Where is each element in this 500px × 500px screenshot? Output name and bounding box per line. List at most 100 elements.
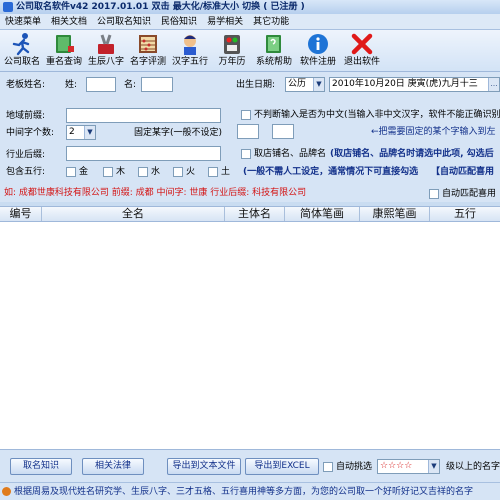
window-title: 公司取名软件v42 2017.01.01 双击 最大化/标准大小 切换 ( 已注… bbox=[16, 2, 305, 12]
wuxing-label: 包含五行: bbox=[6, 167, 46, 177]
wuxing-label-water: 水 bbox=[151, 167, 161, 177]
region-prefix-input[interactable] bbox=[66, 108, 221, 123]
menu-bar: 快速菜单 相关文档 公司取名知识 民俗知识 易学相关 其它功能 bbox=[0, 14, 500, 30]
star-level-value: ☆☆☆☆ bbox=[380, 461, 413, 471]
middle-count-value: 2 bbox=[69, 127, 75, 137]
auto-match-label: 自动匹配喜用 bbox=[442, 189, 497, 199]
toolbar-label: 系统帮助 bbox=[255, 57, 292, 67]
middle-count-label: 中间字个数: bbox=[6, 128, 55, 138]
middle-count-select[interactable]: 2 ▼ bbox=[66, 125, 96, 140]
close-icon bbox=[351, 33, 373, 55]
calendar-icon bbox=[224, 35, 240, 54]
wuxing-checkbox-earth[interactable] bbox=[208, 167, 218, 177]
wuxing-note: (一般不需人工设定，通常情况下可直接勾选 bbox=[243, 167, 419, 177]
menu-quick[interactable]: 快速菜单 bbox=[0, 14, 46, 29]
surname-input[interactable] bbox=[86, 77, 116, 92]
title-bar: 公司取名软件v42 2017.01.01 双击 最大化/标准大小 切换 ( 已注… bbox=[0, 0, 500, 14]
chinese-only-checkbox[interactable] bbox=[241, 110, 251, 120]
col-fullname[interactable]: 全名 bbox=[42, 207, 225, 221]
wuxing-label-wood: 木 bbox=[116, 167, 126, 177]
wuxing-checkbox-wood[interactable] bbox=[103, 167, 113, 177]
level-label: 级以上的名字 bbox=[446, 462, 500, 472]
menu-docs[interactable]: 相关文档 bbox=[46, 14, 92, 29]
toolbar-register-button[interactable]: 软件注册 bbox=[296, 32, 340, 68]
chinese-only-label: 不判断输入是否为中文(当输入非中文汉字，软件不能正确识别 bbox=[254, 110, 500, 120]
wuxing-checkbox-water[interactable] bbox=[138, 167, 148, 177]
toolbar-exit-button[interactable]: 退出软件 bbox=[340, 32, 384, 68]
export-text-button[interactable]: 导出到文本文件 bbox=[167, 458, 241, 475]
given-name-label: 名: bbox=[124, 80, 137, 90]
wuxing-checkbox-fire[interactable] bbox=[173, 167, 183, 177]
fixed-char-label: 固定某字(一般不设定) bbox=[134, 128, 223, 138]
status-bar: 根据周易及现代姓名研究学、生辰八字、三才五格、五行喜用神等多方面，为您的公司取一… bbox=[0, 482, 500, 500]
abacus-icon bbox=[139, 35, 157, 53]
results-table-header: 编号 全名 主体名 简体笔画 康熙笔画 五行 bbox=[0, 206, 500, 222]
results-table-body[interactable] bbox=[0, 222, 500, 450]
help-book-icon bbox=[266, 35, 281, 53]
col-main-name[interactable]: 主体名 bbox=[225, 207, 285, 221]
toolbar-label: 生辰八字 bbox=[87, 57, 124, 67]
toolbar-name-test-button[interactable]: 名字评测 bbox=[126, 32, 170, 68]
fixed-char-input-1[interactable] bbox=[237, 124, 259, 139]
wuxing-label-fire: 火 bbox=[186, 167, 196, 177]
export-excel-button[interactable]: 导出到EXCEL bbox=[245, 458, 319, 475]
runner-icon bbox=[12, 33, 30, 56]
calendar-type-value: 公历 bbox=[288, 79, 307, 89]
example-text: 如: 成都世康科技有限公司 前缀: 成都 中间字: 世康 行业后缀: 科技有限公… bbox=[4, 188, 307, 198]
surname-label: 姓: bbox=[65, 80, 78, 90]
chevron-down-icon[interactable]: ▼ bbox=[313, 78, 324, 91]
chevron-down-icon[interactable]: ▼ bbox=[84, 126, 95, 139]
col-simplified-strokes[interactable]: 简体笔画 bbox=[285, 207, 360, 221]
auto-filter-label: 自动挑选 bbox=[336, 462, 373, 472]
birth-date-picker[interactable]: 2010年10月20日 庚寅(虎)九月十三 … bbox=[329, 77, 500, 92]
info-dot-icon bbox=[2, 487, 11, 496]
star-level-select[interactable]: ☆☆☆☆ ▼ bbox=[377, 459, 440, 474]
chevron-down-icon[interactable]: ▼ bbox=[428, 460, 439, 473]
auto-match-checkbox[interactable] bbox=[429, 189, 439, 199]
toolbar-help-button[interactable]: 系统帮助 bbox=[252, 32, 296, 68]
toolbar-company-naming-button[interactable]: 公司取名 bbox=[0, 32, 44, 68]
fixed-char-input-2[interactable] bbox=[272, 124, 294, 139]
toolbar-label: 重名查询 bbox=[45, 57, 82, 67]
toolbar-duplicate-search-button[interactable]: 重名查询 bbox=[42, 32, 86, 68]
auto-match-top: 【自动匹配喜用 bbox=[431, 167, 495, 177]
birth-date-label: 出生日期: bbox=[236, 80, 276, 90]
shop-name-label: 取店铺名、品牌名 bbox=[254, 149, 327, 159]
industry-suffix-input[interactable] bbox=[66, 146, 221, 161]
toolbar-hanzi-wuxing-button[interactable]: 汉字五行 bbox=[168, 32, 212, 68]
industry-suffix-label: 行业后缀: bbox=[6, 150, 46, 160]
toolbar-label: 公司取名 bbox=[3, 57, 40, 67]
avatar-icon bbox=[184, 35, 196, 55]
col-kangxi-strokes[interactable]: 康熙笔画 bbox=[360, 207, 430, 221]
naming-form: 老板姓名: 姓: 名: 出生日期: 公历 ▼ 2010年10月20日 庚寅(虎)… bbox=[0, 72, 500, 202]
menu-yixue[interactable]: 易学相关 bbox=[202, 14, 248, 29]
shop-name-note: (取店铺名、品牌名时请选中此项, 勾选后 bbox=[330, 149, 494, 159]
book-icon bbox=[56, 35, 74, 53]
toolbar-calendar-button[interactable]: 万年历 bbox=[210, 32, 254, 68]
col-wuxing[interactable]: 五行 bbox=[430, 207, 500, 221]
auto-filter-checkbox[interactable] bbox=[323, 462, 333, 472]
toolbar-label: 软件注册 bbox=[299, 57, 336, 67]
menu-naming-knowledge[interactable]: 公司取名知识 bbox=[92, 14, 156, 29]
calendar-dropdown-icon[interactable]: … bbox=[488, 78, 499, 91]
region-prefix-label: 地域前缀: bbox=[6, 111, 46, 121]
wuxing-checkbox-metal[interactable] bbox=[66, 167, 76, 177]
toolbar-label: 汉字五行 bbox=[171, 57, 208, 67]
wuxing-label-earth: 土 bbox=[221, 167, 231, 177]
menu-folk[interactable]: 民俗知识 bbox=[156, 14, 202, 29]
toolbar-label: 退出软件 bbox=[343, 57, 380, 67]
toolbar: 公司取名 重名查询 生辰八字 名字评测 汉字五行 万年历 系统帮助 软件注册 退… bbox=[0, 30, 500, 72]
menu-other[interactable]: 其它功能 bbox=[248, 14, 294, 29]
wuxing-label-metal: 金 bbox=[79, 167, 89, 177]
bottom-bar: 取名知识 相关法律 导出到文本文件 导出到EXCEL 自动挑选 ☆☆☆☆ ▼ 级… bbox=[0, 450, 500, 482]
shop-name-checkbox[interactable] bbox=[241, 149, 251, 159]
calendar-type-select[interactable]: 公历 ▼ bbox=[285, 77, 325, 92]
toolbar-label: 名字评测 bbox=[129, 57, 166, 67]
given-name-input[interactable] bbox=[141, 77, 173, 92]
app-icon bbox=[3, 2, 13, 12]
toolbar-label: 万年历 bbox=[218, 57, 246, 67]
toolbar-bazi-button[interactable]: 生辰八字 bbox=[84, 32, 128, 68]
col-number[interactable]: 编号 bbox=[0, 207, 42, 221]
naming-knowledge-button[interactable]: 取名知识 bbox=[10, 458, 72, 475]
related-law-button[interactable]: 相关法律 bbox=[82, 458, 144, 475]
